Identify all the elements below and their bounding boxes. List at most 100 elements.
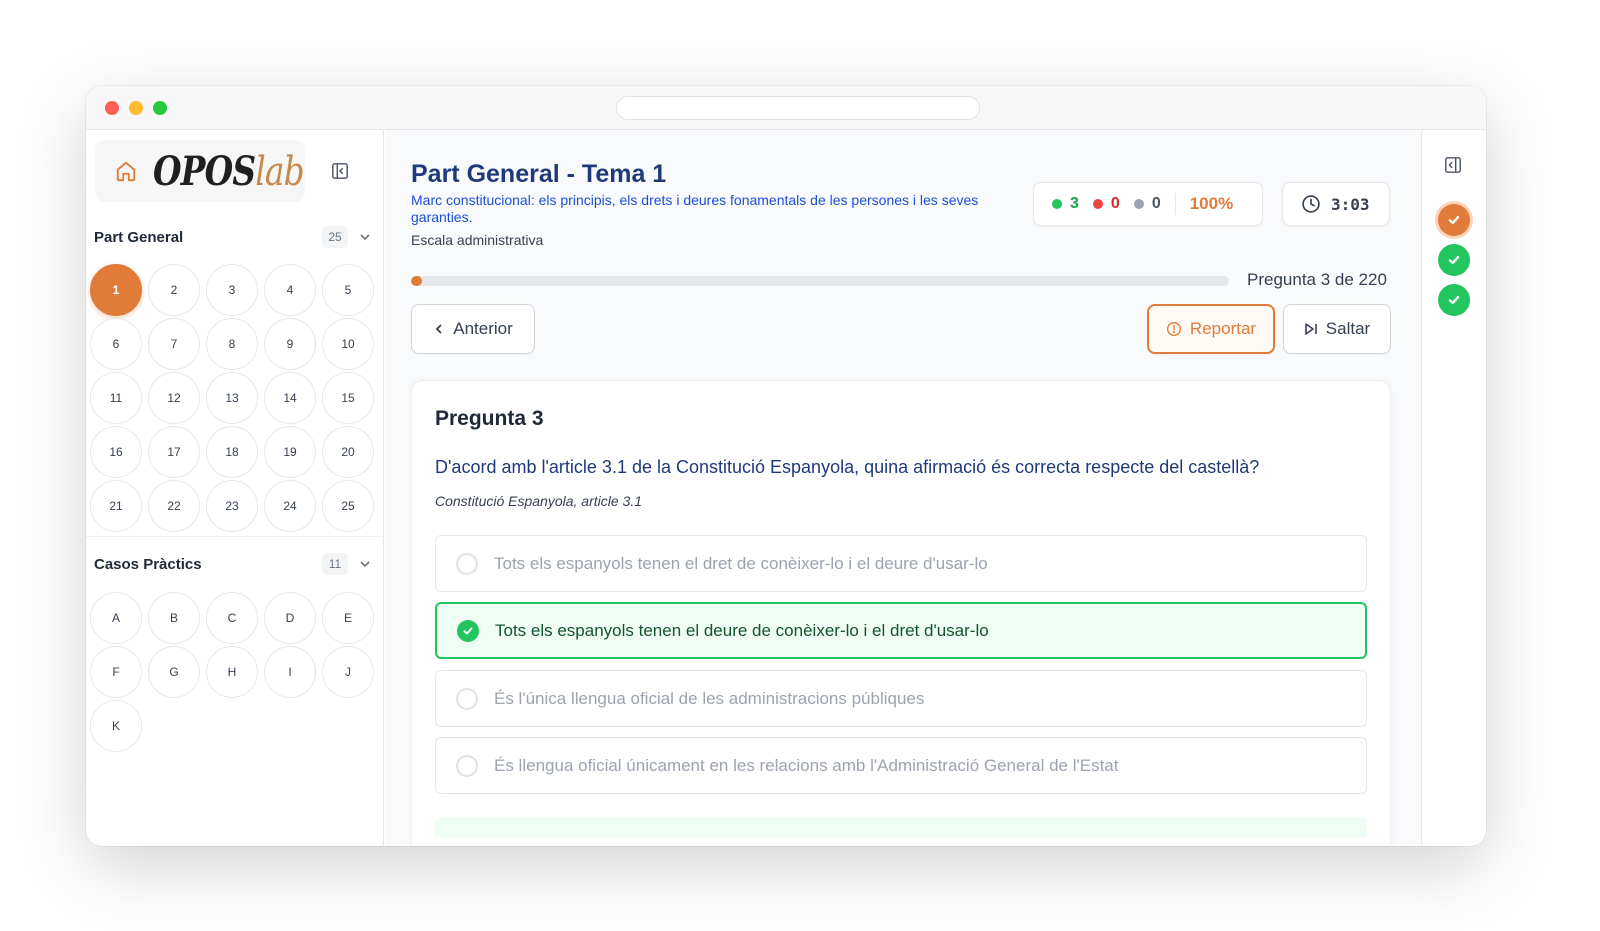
brand-logo: OPOSlab [153, 148, 305, 195]
case-letter-button[interactable]: C [206, 592, 258, 644]
question-number-button[interactable]: 14 [264, 372, 316, 424]
right-rail [1421, 130, 1486, 846]
question-number-button[interactable]: 21 [90, 480, 142, 532]
case-letter-button[interactable]: G [148, 646, 200, 698]
question-number-button[interactable]: 22 [148, 480, 200, 532]
question-text: D'acord amb l'article 3.1 de la Constitu… [435, 457, 1260, 477]
answer-option[interactable]: És l'única llengua oficial de les admini… [435, 670, 1367, 727]
question-number-button[interactable]: 12 [148, 372, 200, 424]
case-letter-button[interactable]: F [90, 646, 142, 698]
title-bar [86, 86, 1486, 130]
check-icon [1448, 295, 1460, 305]
question-grid-casos-practics: A B C D E F G H I J K [90, 592, 382, 752]
answer-option-correct[interactable]: Tots els espanyols tenen el deure de con… [435, 602, 1367, 659]
radio-icon [456, 687, 478, 710]
case-letter-button[interactable]: H [206, 646, 258, 698]
page-title: Part General - Tema 1 [411, 160, 667, 188]
logo-part-2: lab [255, 149, 304, 195]
section-title: Part General [94, 229, 184, 246]
logo-part-1: OPOS [153, 148, 256, 195]
case-letter-button[interactable]: K [90, 700, 142, 752]
timer: 3:03 [1282, 182, 1390, 226]
score-percent: 100% [1189, 194, 1234, 213]
question-number-button[interactable]: 9 [264, 318, 316, 370]
sidebar-collapse-icon[interactable] [331, 162, 349, 180]
question-number-button[interactable]: 20 [322, 426, 374, 478]
topic-subtitle: Marc constitucional: els principis, els … [411, 192, 979, 225]
question-number-button[interactable]: 5 [322, 264, 374, 316]
question-number-button[interactable]: 4 [264, 264, 316, 316]
correct-dot-icon [1052, 199, 1062, 209]
section-header-casos-practics[interactable]: Casos Pràctics 11 [94, 553, 376, 577]
left-sidebar: OPOSlab Part General 25 1 2 3 4 5 6 7 8 … [86, 130, 384, 846]
question-number-button[interactable]: 3 [206, 264, 258, 316]
scale-label: Escala administrativa [411, 232, 544, 248]
case-letter-button[interactable]: J [322, 646, 374, 698]
score-summary: 3 0 0 100% [1033, 182, 1263, 226]
answer-option[interactable]: És llengua oficial únicament en les rela… [435, 737, 1367, 794]
history-item-correct[interactable] [1438, 284, 1470, 316]
section-divider [86, 536, 384, 537]
correct-value: 3 [1070, 195, 1079, 212]
answer-option[interactable]: Tots els espanyols tenen el dret de conè… [435, 535, 1367, 592]
question-number-button[interactable]: 18 [206, 426, 258, 478]
case-letter-button[interactable]: I [264, 646, 316, 698]
wrong-value: 0 [1110, 195, 1120, 212]
skip-forward-icon [1304, 323, 1317, 335]
blank-dot-icon [1133, 199, 1144, 209]
brand-block[interactable]: OPOSlab [95, 140, 305, 202]
question-number-button[interactable]: 7 [148, 318, 200, 370]
question-number-button[interactable]: 2 [148, 264, 200, 316]
sidebar-expand-icon[interactable] [1444, 156, 1462, 174]
skip-label: Saltar [1325, 319, 1371, 338]
section-header-part-general[interactable]: Part General 25 [94, 226, 376, 250]
progress-bar [411, 276, 1229, 286]
question-number-button[interactable]: 16 [90, 426, 142, 478]
case-letter-button[interactable]: A [90, 592, 142, 644]
question-grid-part-general: 1 2 3 4 5 6 7 8 9 10 11 12 13 14 15 16 1… [90, 264, 382, 532]
history-item-current[interactable] [1438, 204, 1470, 236]
question-number-button[interactable]: 6 [90, 318, 142, 370]
case-letter-button[interactable]: D [264, 592, 316, 644]
minimize-window-button[interactable] [129, 101, 143, 115]
previous-button[interactable]: Anterior [411, 304, 535, 354]
check-icon [457, 619, 479, 642]
question-number-button[interactable]: 1 [90, 264, 142, 316]
question-number-button[interactable]: 15 [322, 372, 374, 424]
question-number-button[interactable]: 23 [206, 480, 258, 532]
question-number-button[interactable]: 13 [206, 372, 258, 424]
question-number-button[interactable]: 25 [322, 480, 374, 532]
feedback-panel-edge [435, 817, 1367, 837]
question-number-button[interactable]: 19 [264, 426, 316, 478]
report-label: Reportar [1189, 319, 1257, 338]
question-number-button[interactable]: 11 [90, 372, 142, 424]
history-item-correct[interactable] [1438, 244, 1470, 276]
correct-count: 3 [1052, 195, 1079, 213]
question-number-button[interactable]: 8 [206, 318, 258, 370]
question-number-button[interactable]: 24 [264, 480, 316, 532]
check-icon [1448, 215, 1460, 225]
chevron-down-icon[interactable] [358, 230, 372, 244]
case-letter-button[interactable]: E [322, 592, 374, 644]
answer-option-text: És l'única llengua oficial de les admini… [494, 688, 925, 708]
home-icon[interactable] [115, 160, 137, 182]
maximize-window-button[interactable] [153, 101, 167, 115]
report-button[interactable]: Reportar [1147, 304, 1275, 354]
chevron-left-icon [435, 324, 442, 334]
skip-button[interactable]: Saltar [1283, 304, 1391, 354]
close-window-button[interactable] [105, 101, 119, 115]
wrong-count: 0 [1092, 195, 1120, 213]
case-letter-button[interactable]: B [148, 592, 200, 644]
progress-fill [411, 276, 423, 286]
wrong-dot-icon [1092, 199, 1103, 209]
chevron-down-icon[interactable] [358, 557, 372, 571]
section-count: 25 [322, 226, 348, 248]
timer-value: 3:03 [1331, 194, 1370, 214]
stats-separator [1174, 193, 1176, 215]
blank-value: 0 [1151, 195, 1161, 212]
question-number-button[interactable]: 17 [148, 426, 200, 478]
question-source: Constitució Espanyola, article 3.1 [435, 493, 642, 509]
clock-icon [1302, 195, 1320, 213]
address-bar[interactable] [616, 96, 980, 120]
question-number-button[interactable]: 10 [322, 318, 374, 370]
